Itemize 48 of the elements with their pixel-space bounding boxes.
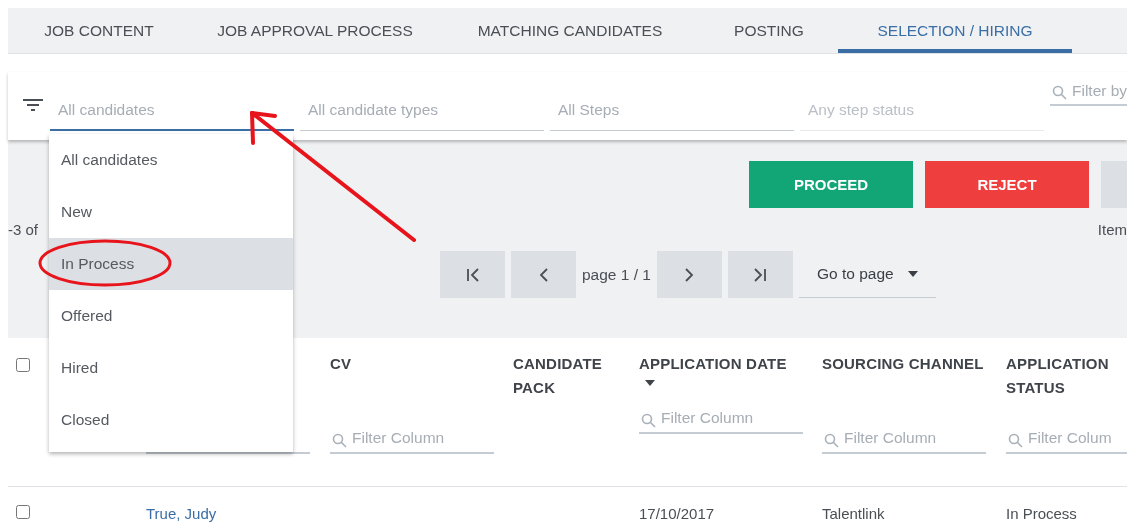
column-header[interactable]: CV xyxy=(330,352,497,376)
dropdown-option[interactable]: Closed xyxy=(49,394,293,446)
reject-button[interactable]: REJECT xyxy=(925,161,1089,208)
tab[interactable]: SELECTION / HIRING xyxy=(838,8,1072,53)
candidate-link[interactable]: True, Judy xyxy=(146,505,217,522)
search-icon xyxy=(332,433,347,448)
next-page-icon xyxy=(684,267,695,282)
table-cell: In Process xyxy=(1006,505,1077,522)
dropdown-option[interactable]: All candidates xyxy=(49,134,293,186)
items-label: Item xyxy=(1097,220,1127,238)
dropdown-option[interactable]: New xyxy=(49,186,293,238)
filter-field[interactable]: Filter Column xyxy=(330,424,494,454)
go-to-page-dropdown[interactable]: Go to page xyxy=(798,251,936,298)
tab[interactable]: JOB APPROVAL PROCESS xyxy=(190,8,440,53)
last-page-icon xyxy=(754,267,767,282)
last-page-button[interactable] xyxy=(727,251,793,298)
filter-icon[interactable] xyxy=(22,97,44,113)
row-checkbox[interactable] xyxy=(16,505,30,519)
table-cell: Talentlink xyxy=(822,505,885,522)
tab[interactable]: MATCHING CANDIDATES xyxy=(440,8,700,53)
sort-icon[interactable] xyxy=(645,380,655,386)
search-icon xyxy=(641,413,656,428)
search-icon xyxy=(1052,85,1067,100)
search-icon xyxy=(1008,433,1023,448)
tab[interactable]: JOB CONTENT xyxy=(8,8,190,53)
column-header[interactable]: SOURCING CHANNEL xyxy=(822,352,990,376)
filter-field[interactable]: Filter Column xyxy=(639,404,803,434)
search-field[interactable]: Filter by xyxy=(1050,78,1127,106)
filter-field[interactable]: Filter Colum xyxy=(1006,424,1127,454)
table-cell: 17/10/2017 xyxy=(639,505,715,522)
previous-page-button[interactable] xyxy=(511,251,576,298)
caret-icon xyxy=(907,271,918,277)
search-icon xyxy=(824,433,839,448)
first-page-icon xyxy=(466,267,479,282)
tab[interactable]: POSTING xyxy=(700,8,838,53)
select-all-checkbox[interactable] xyxy=(16,358,30,372)
next-page-button[interactable] xyxy=(656,251,722,298)
previous-page-icon xyxy=(538,267,549,282)
first-page-button[interactable] xyxy=(440,251,505,298)
dropdown-option[interactable]: Offered xyxy=(49,290,293,342)
dropdown-option[interactable]: Hired xyxy=(49,342,293,394)
filter-field[interactable]: Filter Column xyxy=(822,424,986,454)
range-text: -3 of xyxy=(8,220,38,238)
column-header[interactable]: CANDIDATE PACK xyxy=(513,352,623,400)
column-header[interactable]: APPLICATION STATUS xyxy=(1006,352,1127,400)
page-indicator: page 1 / 1 xyxy=(582,265,651,284)
dropdown-option[interactable]: In Process xyxy=(49,238,293,290)
column-header[interactable]: APPLICATION DATE xyxy=(639,352,806,376)
